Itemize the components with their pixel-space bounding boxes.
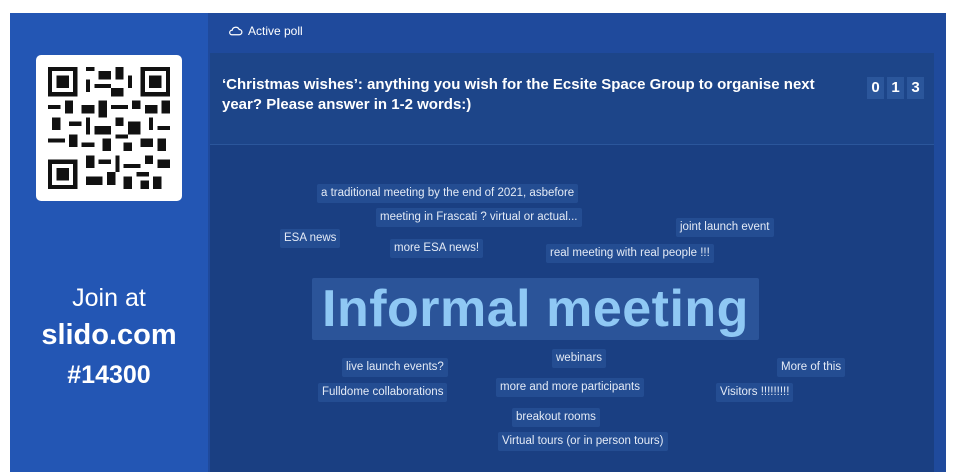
qr-code-icon [48,67,170,189]
word-cloud: a traditional meeting by the end of 2021… [210,145,934,472]
word-cloud-item: breakout rooms [512,408,600,427]
word-cloud-item: joint launch event [676,218,774,237]
join-site: slido.com [41,319,177,351]
poll-card: ‘Christmas wishes’: anything you wish fo… [210,53,934,472]
active-poll-indicator: Active poll [228,21,303,41]
word-cloud-item: Virtual tours (or in person tours) [498,432,668,451]
poll-question: ‘Christmas wishes’: anything you wish fo… [222,76,815,113]
join-panel: Join at slido.com #14300 [10,13,208,472]
word-cloud-item: Visitors !!!!!!!!! [716,383,794,402]
counter-digit: 3 [907,77,924,99]
word-cloud-item: More of this [777,358,846,377]
word-cloud-item: Fulldome collaborations [318,383,448,402]
question-bar: ‘Christmas wishes’: anything you wish fo… [210,53,934,145]
presentation-frame: Join at slido.com #14300 Active poll ‘Ch… [10,13,946,472]
word-cloud-item: a traditional meeting by the end of 2021… [317,184,579,203]
join-instructions: Join at slido.com #14300 [10,281,208,395]
word-cloud-item: more ESA news! [390,239,484,258]
word-cloud-item: live launch events? [342,358,448,377]
qr-code [36,55,182,201]
word-cloud-item: meeting in Frascati ? virtual or actual.… [376,208,582,227]
counter-digit: 0 [867,77,884,99]
word-cloud-item: webinars [552,349,607,368]
word-cloud-item: real meeting with real people !!! [546,244,714,263]
word-cloud-item: ESA news [280,229,341,248]
participant-counter: 0 1 3 [867,77,924,99]
event-code: #14300 [67,361,151,389]
active-poll-label: Active poll [248,24,303,38]
word-cloud-top-item: Informal meeting [312,278,759,340]
counter-digit: 1 [887,77,904,99]
join-label: Join at [72,284,146,312]
word-cloud-item: more and more participants [496,378,644,397]
cloud-icon [229,26,243,36]
